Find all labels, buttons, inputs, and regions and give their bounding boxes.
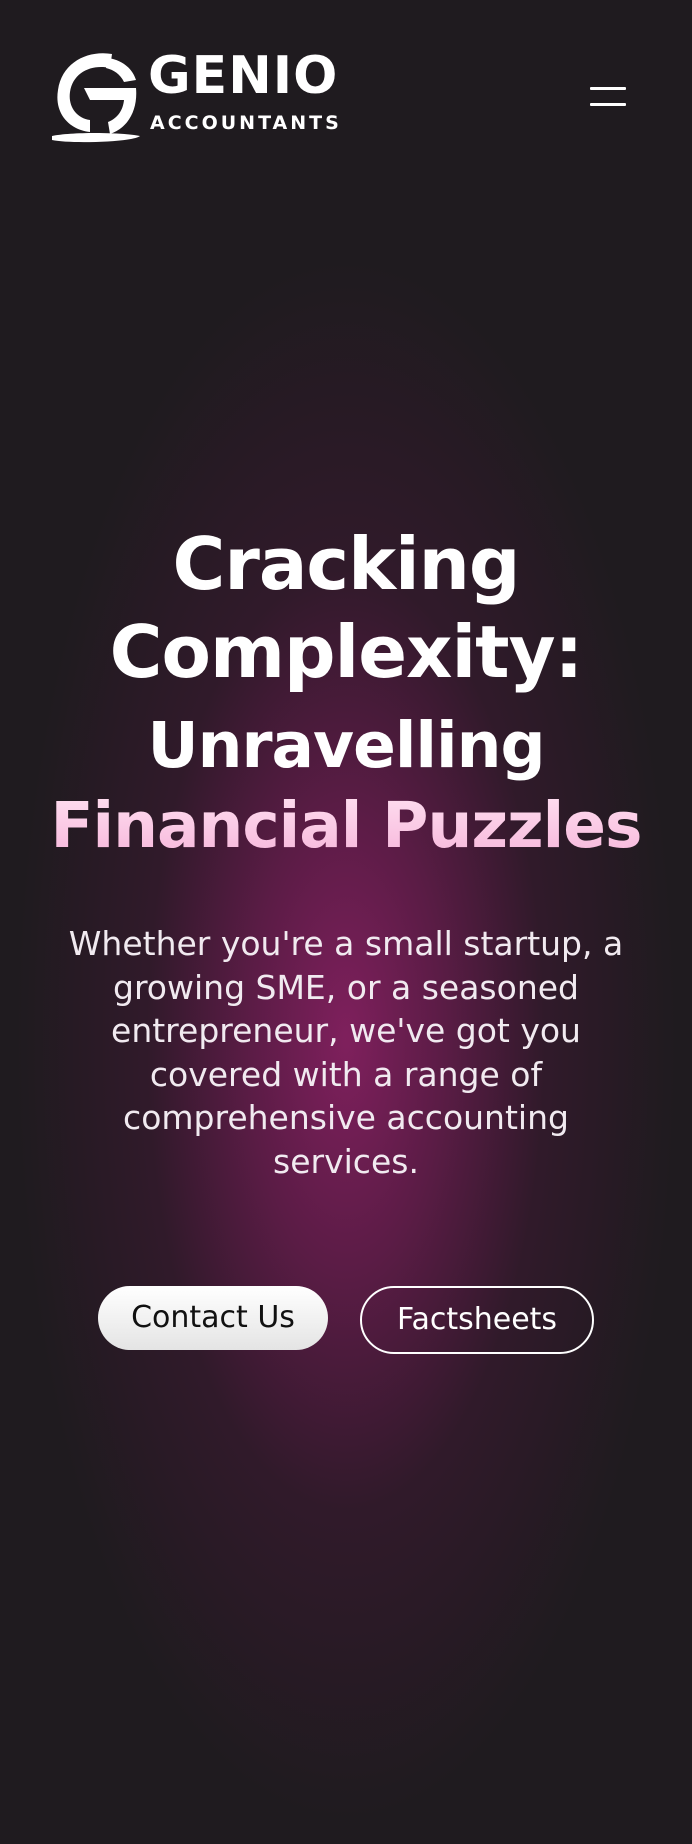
hero-section: Cracking Complexity: Unravelling Financi… bbox=[0, 520, 692, 1183]
hero-subtitle: Unravelling Financial Puzzles bbox=[0, 706, 692, 866]
logo-subtitle: ACCOUNTANTS bbox=[150, 112, 342, 134]
contact-us-button[interactable]: Contact Us bbox=[98, 1286, 328, 1350]
factsheets-button[interactable]: Factsheets bbox=[360, 1286, 594, 1354]
hero-title-line2: Complexity: bbox=[109, 610, 584, 694]
site-header: GENIO ACCOUNTANTS bbox=[0, 0, 692, 170]
hero-subtitle-line1: Unravelling bbox=[147, 709, 545, 782]
hero-title: Cracking Complexity: bbox=[0, 520, 692, 696]
hamburger-menu-icon-bottom-line bbox=[590, 103, 626, 106]
hamburger-menu-button[interactable] bbox=[586, 82, 630, 110]
hero-actions: Contact Us Factsheets bbox=[0, 1286, 692, 1354]
hamburger-menu-icon-top-line bbox=[590, 87, 626, 90]
page: GENIO ACCOUNTANTS Cracking Complexity: U… bbox=[0, 0, 692, 1844]
logo-wordmark: GENIO bbox=[148, 46, 339, 106]
genio-logo[interactable]: GENIO ACCOUNTANTS bbox=[50, 48, 340, 146]
genio-g-logo-icon bbox=[52, 53, 140, 143]
hero-title-line1: Cracking bbox=[172, 522, 521, 606]
hero-subtitle-line2: Financial Puzzles bbox=[0, 786, 692, 866]
hero-description: Whether you're a small startup, a growin… bbox=[68, 924, 624, 1181]
